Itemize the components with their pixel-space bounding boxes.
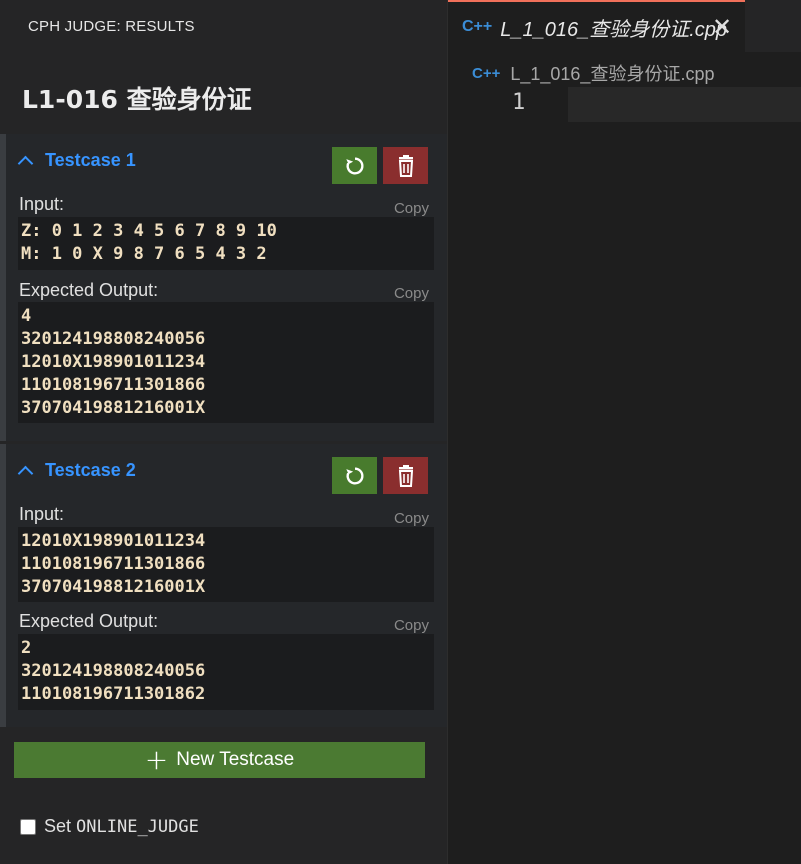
- copy-input-button[interactable]: Copy: [394, 200, 429, 217]
- delete-button[interactable]: [383, 147, 428, 184]
- testcase-2-toggle[interactable]: Testcase 2: [17, 460, 136, 482]
- online-judge-code: ONLINE_JUDGE: [76, 816, 199, 837]
- editor-tab[interactable]: C++ L_1_016_查验身份证.cpp ✕: [448, 0, 745, 52]
- panel-title: CPH JUDGE: RESULTS: [28, 18, 195, 35]
- testcase-1-toggle[interactable]: Testcase 1: [17, 150, 136, 172]
- input-label: Input:: [19, 194, 65, 214]
- rerun-icon: [345, 156, 364, 174]
- problem-title: L1-016 查验身份证: [22, 85, 252, 114]
- trash-icon: [398, 154, 413, 177]
- cpp-file-icon: C++: [462, 18, 493, 35]
- expected-output-box[interactable]: 2 320124198808240056 110108196711301862: [18, 634, 434, 710]
- plus-icon: +: [144, 743, 169, 776]
- copy-input-button[interactable]: Copy: [394, 510, 429, 527]
- expected-output-box[interactable]: 4 320124198808240056 12010X198901011234 …: [18, 302, 434, 423]
- cpp-file-icon: C++: [472, 64, 501, 82]
- editor-tab-bar: C++ L_1_016_查验身份证.cpp ✕: [448, 0, 801, 52]
- testcase-1: Testcase 1 Input: Copy Z: 0 1 2 3 4 5 6 …: [0, 134, 447, 441]
- breadcrumb[interactable]: C++ L_1_016_查验身份证.cpp: [472, 60, 714, 86]
- copy-output-button[interactable]: Copy: [394, 285, 429, 302]
- new-testcase-label: New Testcase: [176, 749, 295, 770]
- online-judge-checkbox[interactable]: [20, 818, 36, 835]
- tab-file-name: L_1_016_查验身份证.cpp: [500, 18, 728, 41]
- input-box[interactable]: Z: 0 1 2 3 4 5 6 7 8 9 10 M: 1 0 X 9 8 7…: [18, 217, 434, 270]
- chevron-up-icon: [17, 465, 34, 482]
- copy-output-button[interactable]: Copy: [394, 617, 429, 634]
- results-panel: CPH JUDGE: RESULTS L1-016 查验身份证 Testcase…: [0, 0, 447, 864]
- chevron-up-icon: [17, 155, 34, 172]
- rerun-button[interactable]: [332, 457, 377, 494]
- testcase-2-name: Testcase 2: [45, 460, 136, 480]
- online-judge-prefix: Set: [44, 816, 72, 836]
- rerun-icon: [345, 466, 364, 484]
- close-icon[interactable]: ✕: [712, 13, 732, 41]
- panel-divider[interactable]: [447, 0, 448, 864]
- input-label: Input:: [19, 504, 65, 524]
- line-number: 1: [512, 90, 526, 115]
- delete-button[interactable]: [383, 457, 428, 494]
- online-judge-setting: Set ONLINE_JUDGE: [20, 816, 199, 837]
- input-box[interactable]: 12010X198901011234 110108196711301866 37…: [18, 527, 434, 602]
- expected-output-label: Expected Output:: [19, 280, 159, 300]
- expected-output-label: Expected Output:: [19, 611, 159, 631]
- rerun-button[interactable]: [332, 147, 377, 184]
- testcase-1-name: Testcase 1: [45, 150, 136, 170]
- breadcrumb-file-name: L_1_016_查验身份证.cpp: [510, 64, 715, 84]
- testcase-2: Testcase 2 Input: Copy 12010X19890101123…: [0, 444, 447, 727]
- new-testcase-button[interactable]: + New Testcase: [14, 742, 425, 778]
- current-line-highlight[interactable]: [568, 87, 801, 122]
- trash-icon: [398, 464, 413, 487]
